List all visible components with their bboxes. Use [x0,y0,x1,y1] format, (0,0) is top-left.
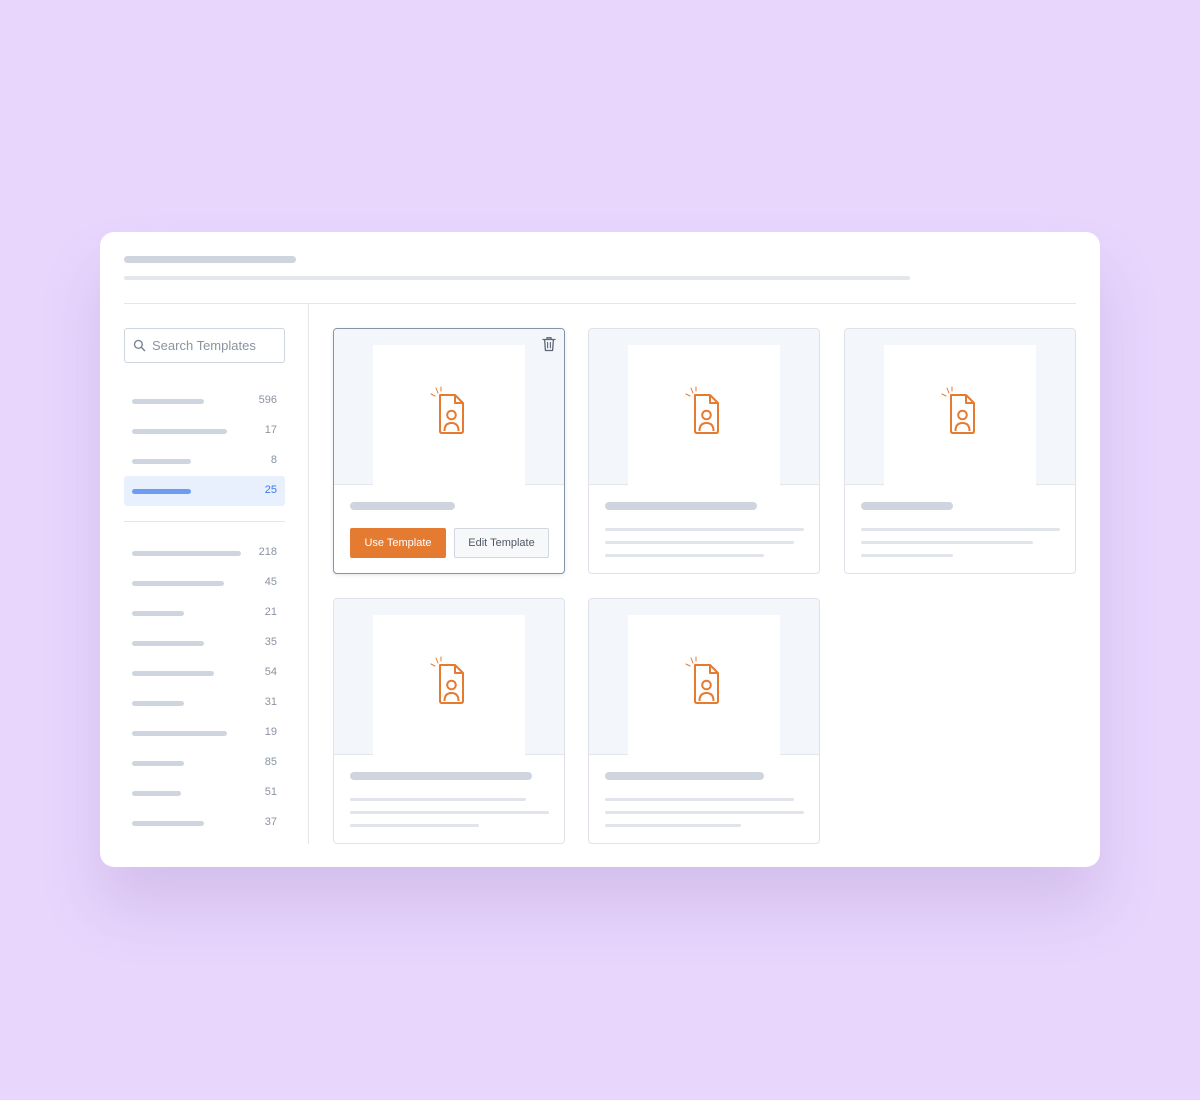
search-input[interactable] [152,338,282,353]
category-label-placeholder [132,671,214,676]
template-desc-placeholder [861,541,1033,544]
template-page [373,345,525,485]
template-desc-placeholder [605,554,764,557]
category-label-placeholder [132,641,204,646]
category-count: 218 [258,546,277,558]
template-preview [589,599,819,755]
category-label-placeholder [132,459,191,464]
category-count: 596 [258,394,277,406]
category-item[interactable]: 8 [124,446,285,476]
use-template-button[interactable]: Use Template [350,528,446,558]
category-item[interactable]: 21 [124,598,285,628]
template-title-placeholder [861,502,953,510]
template-card[interactable] [588,598,820,844]
template-title-placeholder [350,502,455,510]
template-card[interactable] [333,598,565,844]
category-divider [124,521,285,522]
category-count: 54 [264,666,277,678]
template-title-placeholder [605,772,764,780]
category-count: 51 [264,786,277,798]
category-count: 8 [270,454,277,466]
category-item[interactable]: 596 [124,386,285,416]
category-count: 37 [264,816,277,828]
template-title-placeholder [605,502,757,510]
document-user-icon [430,656,464,704]
category-label-placeholder [132,581,224,586]
template-title-placeholder [350,772,532,780]
page-subtitle-placeholder [124,276,910,280]
template-desc-placeholder [605,824,741,827]
template-card-selected[interactable]: Use Template Edit Template [333,328,565,574]
template-preview [334,329,564,485]
category-item-active[interactable]: 25 [124,476,285,506]
category-label-placeholder [132,731,227,736]
document-user-icon [430,386,464,434]
category-count: 31 [264,696,277,708]
category-label-placeholder [132,701,184,706]
category-count: 35 [264,636,277,648]
category-item[interactable]: 51 [124,778,285,808]
template-desc-placeholder [350,824,479,827]
category-label-placeholder [132,761,184,766]
category-item[interactable]: 85 [124,748,285,778]
template-desc-placeholder [605,811,804,814]
category-item[interactable]: 19 [124,718,285,748]
document-user-icon [941,386,975,434]
category-item[interactable]: 54 [124,658,285,688]
category-label-placeholder [132,429,227,434]
category-label-placeholder [132,399,204,404]
search-icon [133,339,146,352]
category-item[interactable]: 35 [124,628,285,658]
template-page [628,345,780,485]
template-desc-placeholder [605,528,804,531]
category-item[interactable]: 37 [124,808,285,838]
category-count: 17 [264,424,277,436]
category-item[interactable]: 45 [124,568,285,598]
template-card[interactable] [588,328,820,574]
category-item[interactable]: 31 [124,688,285,718]
templates-window: 596 17 8 25 218 45 21 35 54 31 19 [100,232,1100,867]
category-item[interactable]: 17 [124,416,285,446]
header-divider [124,303,1076,304]
category-count: 25 [264,484,277,496]
document-user-icon [685,386,719,434]
template-card[interactable] [844,328,1076,574]
template-preview [589,329,819,485]
category-label-placeholder [132,821,204,826]
template-desc-placeholder [350,798,526,801]
category-label-placeholder [132,551,241,556]
trash-icon[interactable] [542,336,556,352]
search-box[interactable] [124,328,285,363]
template-desc-placeholder [605,541,794,544]
category-count: 21 [264,606,277,618]
page-title-placeholder [124,256,296,263]
template-desc-placeholder [861,528,1060,531]
sidebar-divider [308,304,309,844]
template-page [373,615,525,755]
category-label-placeholder [132,611,184,616]
template-desc-placeholder [350,811,549,814]
category-label-placeholder [132,489,191,494]
template-page [884,345,1036,485]
template-page [628,615,780,755]
document-user-icon [685,656,719,704]
category-item[interactable]: 218 [124,538,285,568]
template-preview [845,329,1075,485]
category-count: 19 [264,726,277,738]
category-count: 85 [264,756,277,768]
template-desc-placeholder [861,554,953,557]
category-label-placeholder [132,791,181,796]
template-preview [334,599,564,755]
template-desc-placeholder [605,798,794,801]
edit-template-button[interactable]: Edit Template [454,528,549,558]
category-count: 45 [264,576,277,588]
